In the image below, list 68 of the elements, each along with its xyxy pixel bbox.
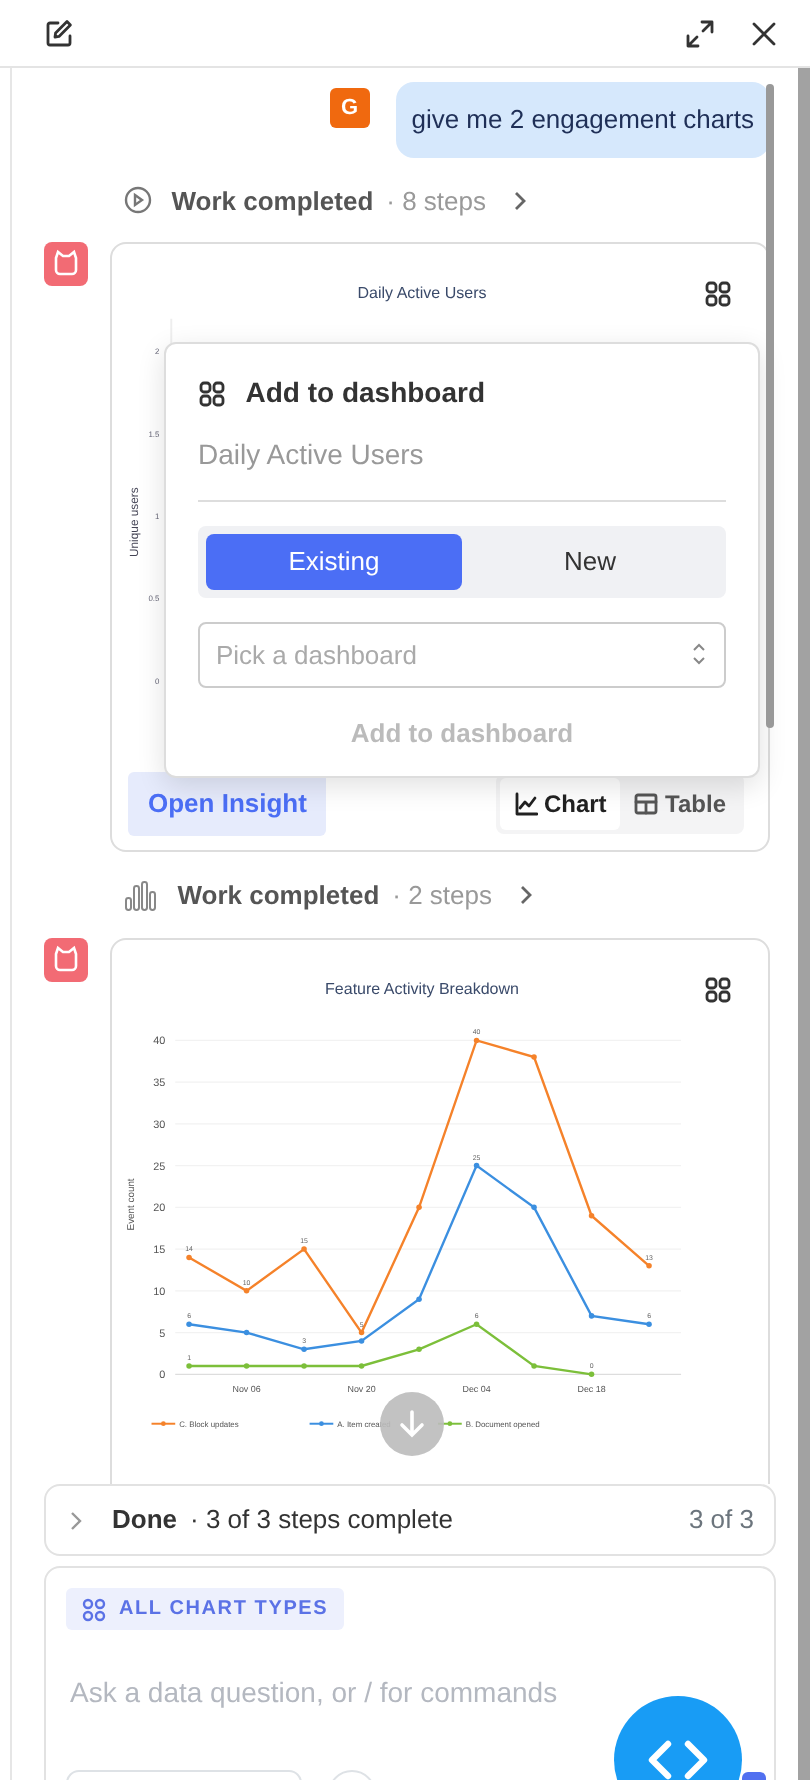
chart-types-chip[interactable]: ALL CHART TYPES: [66, 1588, 345, 1630]
data-point: [473, 1320, 480, 1326]
bot-avatar-icon: [44, 242, 88, 286]
open-insight-button[interactable]: Open Insight: [128, 772, 327, 835]
view-tab[interactable]: Chart: [499, 777, 621, 830]
edit-icon: [44, 18, 74, 48]
chart-title: Feature Activity Breakdown: [323, 977, 521, 1001]
data-point: [186, 1362, 192, 1368]
data-point: [531, 1053, 537, 1059]
table-icon: [634, 791, 659, 816]
grid-icon: [704, 280, 732, 308]
steps-title: Work completed: [177, 878, 380, 914]
data-point: [416, 1345, 422, 1352]
grid-icon: [704, 975, 732, 1003]
bot-avatar-icon: [44, 937, 88, 981]
line-chart-icon: [513, 791, 538, 816]
legend-key: [308, 1420, 335, 1426]
step-counter: 3 of 3: [688, 1502, 754, 1539]
data-point: [243, 1362, 250, 1368]
code-icon: [646, 1738, 710, 1780]
steps-summary: · 3 of 3 steps complete: [190, 1502, 456, 1539]
dashboard-select[interactable]: Pick a dashboard: [198, 621, 726, 688]
steps-count: · 8 steps: [386, 183, 486, 220]
data-point: [301, 1362, 307, 1368]
mode-tab[interactable]: New: [462, 534, 718, 589]
data-point: [416, 1203, 422, 1210]
expand-icon: [684, 17, 716, 49]
data-point: [243, 1287, 250, 1293]
chart-title: Daily Active Users: [355, 282, 489, 306]
data-point: [646, 1320, 652, 1326]
mode-tab[interactable]: Existing: [206, 534, 462, 589]
data-point: [588, 1370, 595, 1377]
steps-title: Work completed: [171, 183, 374, 220]
insight-name: Daily Active Users: [198, 414, 726, 502]
chevron-right-icon: [515, 884, 536, 907]
legend-key: [150, 1420, 177, 1426]
data-point: [186, 1253, 192, 1260]
data-point: [588, 1211, 595, 1218]
data-point: [301, 1345, 307, 1352]
popover-title: Add to dashboard: [245, 374, 486, 412]
data-point: [186, 1320, 192, 1326]
view-tab[interactable]: Table: [620, 777, 740, 830]
steps-count: · 2 steps: [392, 878, 492, 914]
chevron-right-icon[interactable]: [66, 1509, 86, 1531]
play-icon: [124, 186, 152, 215]
data-point: [416, 1295, 422, 1301]
data-point: [531, 1203, 537, 1210]
chevron-updown-icon: [690, 642, 708, 667]
scrollbar[interactable]: [766, 84, 774, 728]
data-point: [588, 1312, 595, 1318]
done-label: Done: [112, 1502, 177, 1539]
grid-icon: [198, 379, 226, 407]
close-icon: [750, 19, 778, 47]
bar-chart-icon: [124, 879, 158, 912]
add-to-dashboard-button[interactable]: [700, 276, 736, 312]
data-point: [473, 1161, 480, 1168]
data-point: [473, 1036, 480, 1043]
data-point: [646, 1262, 652, 1268]
data-point: [358, 1362, 365, 1368]
user-avatar: G: [329, 88, 370, 129]
data-point: [243, 1328, 250, 1335]
data-point: [301, 1245, 307, 1251]
chart-types-icon: [82, 1597, 106, 1621]
chevron-right-icon: [509, 189, 530, 212]
user-message: give me 2 engagement charts: [395, 82, 770, 157]
data-point: [531, 1362, 537, 1368]
scrollbar[interactable]: [798, 68, 810, 1780]
arrow-down-icon: [398, 1410, 426, 1438]
